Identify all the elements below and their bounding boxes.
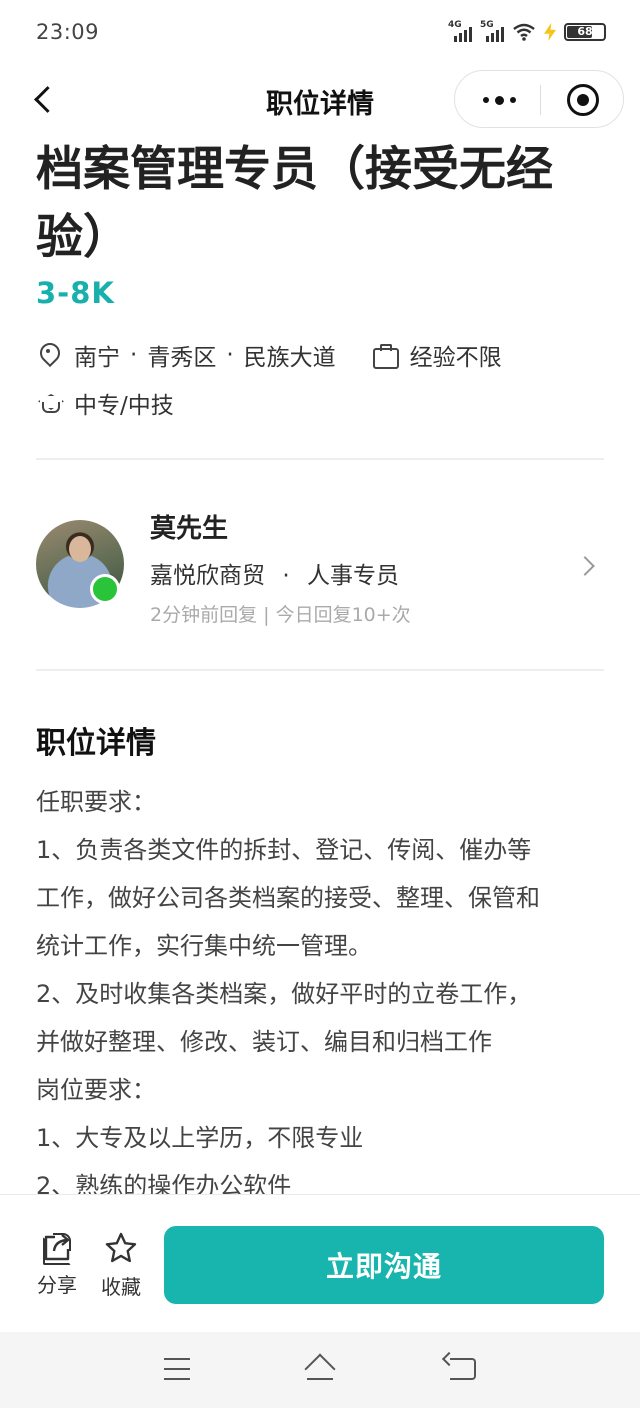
briefcase-icon — [372, 342, 399, 369]
menu-icon[interactable] — [164, 1358, 190, 1380]
location-separator: · — [226, 342, 234, 368]
share-icon — [41, 1231, 73, 1265]
home-icon[interactable] — [304, 1354, 336, 1382]
more-dots-icon[interactable] — [479, 89, 519, 111]
section-title: 职位详情 — [36, 726, 156, 761]
system-back-icon[interactable] — [450, 1358, 476, 1380]
job-title: 档案管理专员（接受无经验） — [36, 142, 553, 265]
job-education: 中专/中技 — [74, 393, 174, 419]
chevron-right-icon[interactable] — [575, 556, 595, 576]
capsule-divider — [540, 85, 541, 115]
action-bar: 分享 收藏 立即沟通 — [0, 1194, 640, 1332]
recruiter-reply-info: 2分钟前回复 | 今日回复10+次 — [150, 604, 411, 626]
job-experience: 经验不限 — [409, 345, 502, 371]
share-label: 分享 — [37, 1273, 77, 1297]
graduation-cap-icon — [36, 390, 62, 416]
location-city: 南宁 — [74, 345, 120, 371]
system-nav-bar — [0, 1332, 640, 1408]
recruiter-company-role: 嘉悦欣商贸 · 人事专员 — [150, 556, 399, 590]
charging-bolt-icon — [544, 23, 556, 41]
description-line: 1、负责各类文件的拆封、登记、传阅、催办等 — [36, 836, 532, 864]
mini-program-capsule — [454, 70, 624, 128]
job-education-row: 中专/中技 — [36, 386, 174, 420]
divider — [36, 458, 604, 460]
status-time: 23:09 — [36, 20, 100, 44]
status-icons: 4G 5G 68 — [448, 20, 606, 42]
signal-4g-label: 4G — [448, 20, 462, 30]
status-bar: 23:09 4G 5G 68 — [0, 0, 640, 66]
description-line: 并做好整理、修改、装订、编目和归档工作 — [36, 1028, 492, 1056]
recruiter-separator: · — [282, 563, 290, 589]
description-line: 统计工作，实行集中统一管理。 — [36, 932, 372, 960]
description-line: 岗位要求： — [36, 1076, 156, 1104]
signal-4g-icon: 4G — [448, 20, 472, 42]
location-district: 青秀区 — [147, 345, 217, 371]
favorite-label: 收藏 — [101, 1275, 141, 1299]
recruiter-card[interactable]: 莫先生 嘉悦欣商贸 · 人事专员 2分钟前回复 | 今日回复10+次 — [0, 470, 640, 666]
share-button[interactable]: 分享 — [32, 1231, 82, 1298]
recruiter-company: 嘉悦欣商贸 — [150, 563, 265, 589]
signal-5g-icon: 5G — [480, 20, 504, 42]
location-pin-icon — [36, 342, 62, 368]
job-location-row: 南宁 · 青秀区 · 民族大道 经验不限 — [36, 338, 502, 372]
favorite-button[interactable]: 收藏 — [96, 1231, 146, 1300]
nav-bar: 职位详情 — [0, 66, 640, 132]
signal-5g-label: 5G — [480, 20, 494, 30]
recruiter-role: 人事专员 — [306, 563, 399, 589]
divider — [36, 669, 604, 671]
close-target-icon[interactable] — [567, 84, 599, 116]
chat-now-button[interactable]: 立即沟通 — [164, 1226, 604, 1304]
description-line: 1、大专及以上学历，不限专业 — [36, 1124, 364, 1152]
description-line: 任职要求： — [36, 788, 156, 816]
battery-level: 68 — [577, 25, 593, 38]
battery-icon: 68 — [564, 23, 606, 41]
wifi-icon — [513, 23, 535, 41]
location-separator: · — [130, 342, 138, 368]
location-street: 民族大道 — [243, 345, 336, 371]
description-line: 2、及时收集各类档案，做好平时的立卷工作， — [36, 980, 532, 1008]
online-status-icon — [90, 574, 120, 604]
description-line: 工作，做好公司各类档案的接受、整理、保管和 — [36, 884, 540, 912]
job-description: 任职要求： 1、负责各类文件的拆封、登记、传阅、催办等 工作，做好公司各类档案的… — [36, 778, 604, 1210]
recruiter-name: 莫先生 — [150, 514, 229, 544]
job-salary: 3-8K — [36, 276, 115, 310]
star-icon — [104, 1231, 138, 1265]
